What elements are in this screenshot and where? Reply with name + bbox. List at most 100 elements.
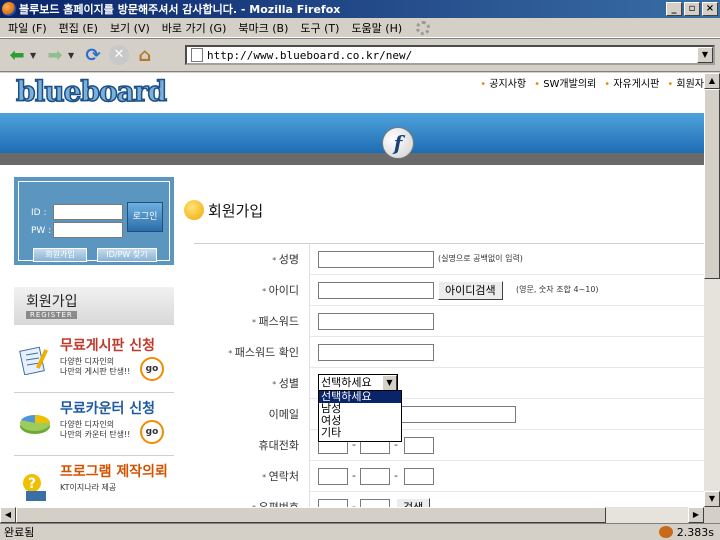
email-label: 이메일: [194, 399, 310, 430]
flash-plugin-icon[interactable]: f: [382, 127, 414, 159]
promo-free-board[interactable]: 무료게시판 신청 다양한 디자인의 나만의 게시판 탄생!! go: [14, 331, 174, 393]
web-content: blueboard 공지사항 SW개발의뢰 자유게시판 회원자 f ID : P…: [0, 73, 704, 507]
register-subtitle: REGISTER: [26, 311, 77, 319]
dash: -: [394, 469, 398, 482]
login-pw-input[interactable]: [53, 222, 123, 238]
nav-member[interactable]: 회원자: [667, 75, 704, 90]
gender-dropdown-list: 선택하세요 남성 여성 기타: [318, 390, 402, 442]
menu-view[interactable]: 보기 (V): [106, 20, 158, 36]
banner-stripe: [0, 153, 704, 165]
horizontal-scroll-thumb[interactable]: [16, 507, 606, 523]
row-id: 아이디 아이디검색 (영문, 숫자 조합 4~10): [194, 275, 704, 306]
reload-icon[interactable]: ⟳: [80, 42, 106, 68]
chevron-down-icon[interactable]: ▼: [382, 375, 397, 391]
maximize-button[interactable]: ▫: [684, 2, 700, 16]
row-email: 이메일: [194, 399, 704, 430]
scrollbar-corner: [704, 507, 720, 523]
throbber-icon: [416, 20, 431, 35]
forward-dropdown-icon[interactable]: ▼: [68, 51, 76, 60]
vertical-scroll-thumb[interactable]: [704, 89, 720, 279]
id-check-button[interactable]: 아이디검색: [438, 281, 503, 300]
password-input[interactable]: [318, 313, 434, 330]
url-input[interactable]: [207, 48, 697, 62]
password-confirm-label: 패스워드 확인: [194, 337, 310, 368]
contact-input-3[interactable]: [404, 468, 434, 485]
join-button[interactable]: 회원가입: [33, 248, 87, 262]
address-bar[interactable]: ▼: [185, 45, 715, 65]
zipcode-search-button[interactable]: 검색: [396, 498, 431, 507]
mobile-label: 휴대전화: [194, 430, 310, 461]
zipcode-input-2[interactable]: [360, 499, 390, 507]
status-text: 완료됨: [4, 526, 35, 539]
menu-file[interactable]: 파일 (F): [4, 20, 55, 36]
name-input[interactable]: [318, 251, 434, 268]
horizontal-scrollbar[interactable]: ◀ ▶: [0, 507, 704, 523]
gender-label: 성별: [194, 368, 310, 399]
url-dropdown-icon[interactable]: ▼: [697, 47, 713, 63]
login-box: ID : PW : 로그인 회원가입 ID/PW 찾기: [14, 177, 174, 265]
go-icon[interactable]: go: [140, 357, 164, 381]
id-hint: (영문, 숫자 조합 4~10): [516, 285, 599, 294]
row-gender: 성별 선택하세요 ▼: [194, 368, 704, 399]
status-bar: 완료됨 2.383s: [0, 523, 720, 540]
gender-option[interactable]: 기타: [319, 427, 401, 439]
promo-desc: 다양한 디자인의 나만의 카운터 탄생!!: [60, 420, 131, 439]
promo-desc: 다양한 디자인의 나만의 게시판 탄생!!: [60, 357, 131, 376]
site-logo[interactable]: blueboard: [15, 74, 168, 109]
signup-form: 성명 (실명으로 공백없이 입력) 아이디 아이디검색 (영문, 숫자 조합 4…: [194, 243, 704, 507]
menu-bookmarks[interactable]: 북마크 (B): [234, 20, 296, 36]
scroll-up-icon[interactable]: ▲: [704, 73, 720, 89]
row-password: 패스워드: [194, 306, 704, 337]
contact-input-2[interactable]: [360, 468, 390, 485]
menu-go[interactable]: 바로 가기 (G): [158, 20, 235, 36]
back-dropdown-icon[interactable]: ▼: [30, 51, 38, 60]
scroll-down-icon[interactable]: ▼: [704, 491, 720, 507]
promo-program-request[interactable]: ? 프로그램 제작의뢰 KT이지나라 제공: [14, 457, 174, 507]
row-contact: 연락처 - -: [194, 461, 704, 492]
mobile-input-3[interactable]: [404, 437, 434, 454]
id-input[interactable]: [318, 282, 434, 299]
scroll-left-icon[interactable]: ◀: [0, 507, 16, 523]
minimize-button[interactable]: _: [666, 2, 682, 16]
menu-help[interactable]: 도움말 (H): [347, 20, 410, 36]
menu-tools[interactable]: 도구 (T): [296, 20, 347, 36]
go-icon[interactable]: go: [140, 420, 164, 444]
site-header: blueboard 공지사항 SW개발의뢰 자유게시판 회원자: [0, 73, 704, 113]
page-icon: [191, 48, 203, 62]
login-id-input[interactable]: [53, 204, 123, 220]
home-icon[interactable]: ⌂: [132, 42, 158, 68]
firefox-icon: [2, 2, 16, 16]
find-id-pw-button[interactable]: ID/PW 찾기: [97, 248, 157, 262]
promo-title: 무료카운터 신청: [60, 401, 156, 417]
firebug-icon[interactable]: [658, 526, 673, 538]
scroll-right-icon[interactable]: ▶: [688, 507, 704, 523]
promo-title: 프로그램 제작의뢰: [60, 464, 168, 480]
close-button[interactable]: ×: [702, 2, 718, 16]
menu-edit[interactable]: 편집 (E): [55, 20, 106, 36]
nav-notice[interactable]: 공지사항: [480, 75, 526, 90]
dash: -: [352, 469, 356, 482]
nav-free-board[interactable]: 자유게시판: [604, 75, 659, 90]
password-label: 패스워드: [194, 306, 310, 337]
login-button[interactable]: 로그인: [127, 202, 163, 232]
row-password-confirm: 패스워드 확인: [194, 337, 704, 368]
password-confirm-input[interactable]: [318, 344, 434, 361]
stop-icon: ✕: [109, 45, 129, 65]
nav-sw-dev[interactable]: SW개발의뢰: [534, 75, 596, 90]
contact-input-1[interactable]: [318, 468, 348, 485]
zipcode-label: 우편번호: [194, 492, 310, 507]
zipcode-input-1[interactable]: [318, 499, 348, 507]
back-icon[interactable]: ⬅: [4, 42, 30, 68]
vertical-scrollbar[interactable]: ▲ ▼: [704, 73, 720, 507]
svg-text:?: ?: [28, 476, 36, 492]
page-title: 회원가입: [208, 202, 264, 220]
stop-button[interactable]: ✕: [106, 42, 132, 68]
register-section[interactable]: 회원가입 REGISTER: [14, 287, 174, 325]
row-name: 성명 (실명으로 공백없이 입력): [194, 244, 704, 275]
window-titlebar: 블루보드 홈페이지를 방문해주셔서 감사합니다. - Mozilla Firef…: [0, 0, 720, 18]
pie-chart-icon: [20, 414, 50, 434]
promo-free-counter[interactable]: 무료카운터 신청 다양한 디자인의 나만의 카운터 탄생!! go: [14, 394, 174, 456]
pw-label: PW :: [31, 226, 52, 236]
id-label: 아이디: [194, 275, 310, 306]
forward-icon[interactable]: ➡: [42, 42, 68, 68]
